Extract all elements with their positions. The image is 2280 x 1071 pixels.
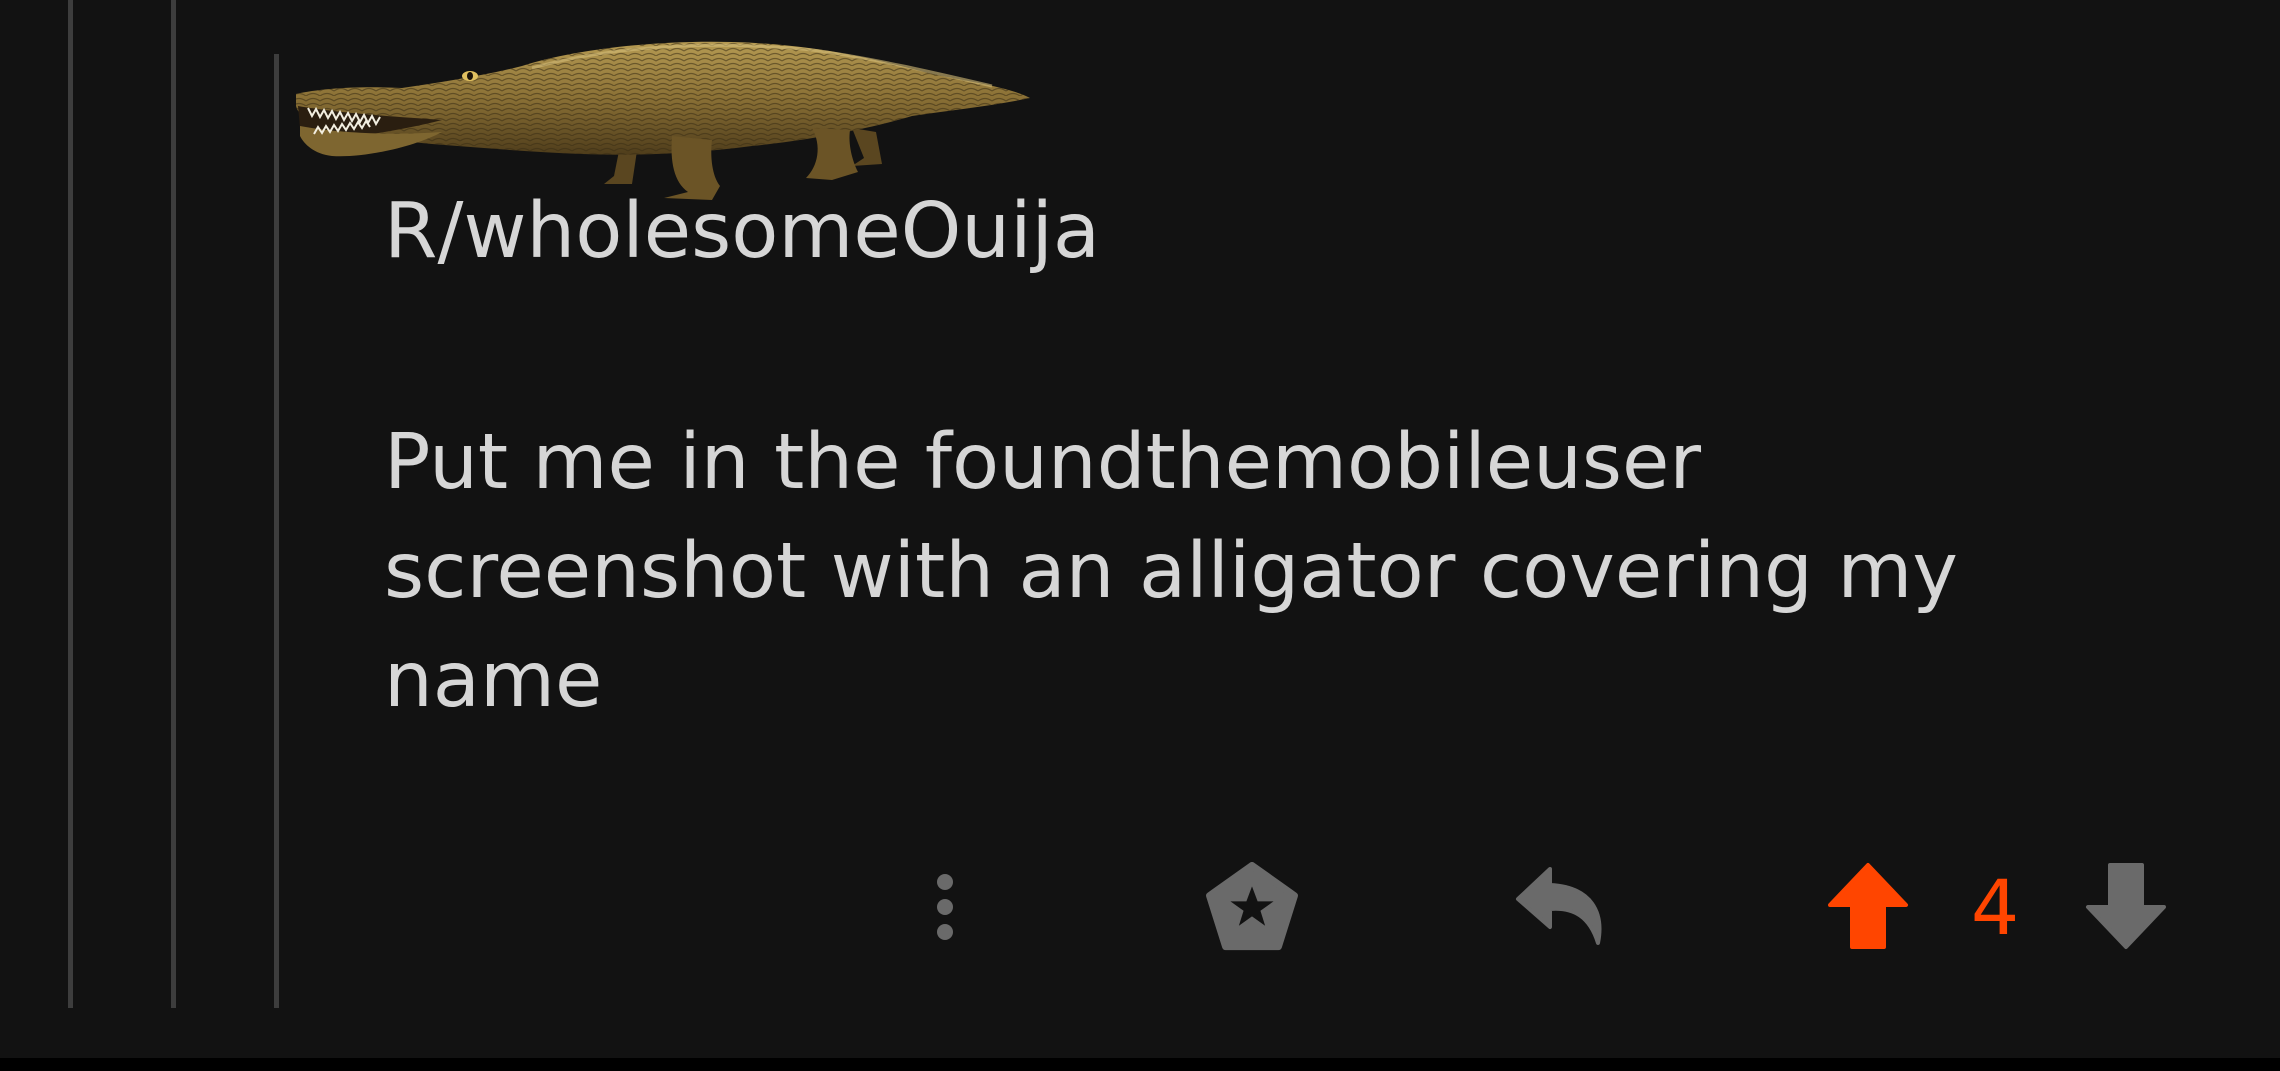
upvote-button[interactable]	[1818, 856, 1918, 956]
upvote-arrow-icon	[1828, 863, 1908, 949]
reply-icon	[1516, 867, 1602, 945]
thread-line-2[interactable]	[171, 0, 176, 1008]
more-vertical-icon	[937, 874, 953, 940]
thread-line-3[interactable]	[274, 54, 279, 1008]
vote-score: 4	[1970, 863, 2020, 952]
downvote-arrow-icon	[2086, 863, 2166, 949]
alligator-image	[296, 41, 1030, 200]
award-button[interactable]	[1200, 855, 1304, 959]
downvote-button[interactable]	[2076, 856, 2176, 956]
comment-text: Put me in the foundthemobileuser screens…	[384, 418, 1958, 725]
more-options-button[interactable]	[915, 857, 975, 957]
reply-button[interactable]	[1510, 856, 1610, 956]
thread-line-1[interactable]	[68, 0, 73, 1008]
comment-panel: R/wholesomeOuija Put me in the foundthem…	[0, 0, 2280, 1058]
subreddit-name[interactable]: R/wholesomeOuija	[384, 182, 1100, 282]
award-icon	[1206, 862, 1298, 951]
